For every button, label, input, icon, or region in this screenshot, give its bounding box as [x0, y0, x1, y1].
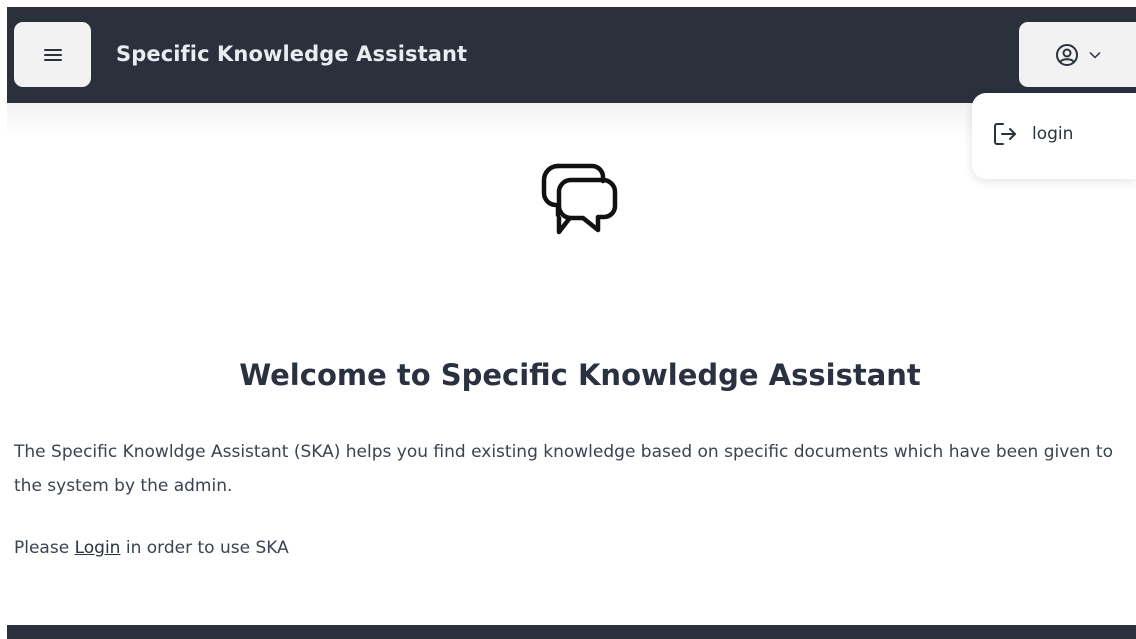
login-prompt: Please Login in order to use SKA: [14, 538, 289, 558]
user-circle-icon: [1055, 43, 1078, 66]
navbar-shadow: [7, 103, 1136, 137]
user-dropdown-menu: login: [972, 93, 1136, 179]
footer-bar: [7, 625, 1136, 639]
login-icon: [994, 123, 1016, 145]
login-link[interactable]: Login: [75, 538, 121, 558]
welcome-heading: Welcome to Specific Knowledge Assistant: [239, 358, 921, 392]
user-menu-button[interactable]: [1019, 22, 1136, 87]
app-title: Specific Knowledge Assistant: [116, 42, 468, 66]
login-menu-label: login: [1032, 124, 1074, 144]
intro-description: The Specific Knowldge Assistant (SKA) he…: [14, 442, 1113, 496]
chat-bubbles-icon: [541, 163, 618, 235]
hamburger-icon: [43, 48, 62, 61]
login-menu-item[interactable]: login: [992, 121, 1073, 147]
login-prompt-suffix: in order to use SKA: [120, 538, 289, 558]
menu-button[interactable]: [14, 22, 91, 87]
top-navbar: Specific Knowledge Assistant: [0, 0, 1136, 103]
chevron-down-icon: [1088, 51, 1101, 59]
login-prompt-prefix: Please: [14, 538, 75, 558]
